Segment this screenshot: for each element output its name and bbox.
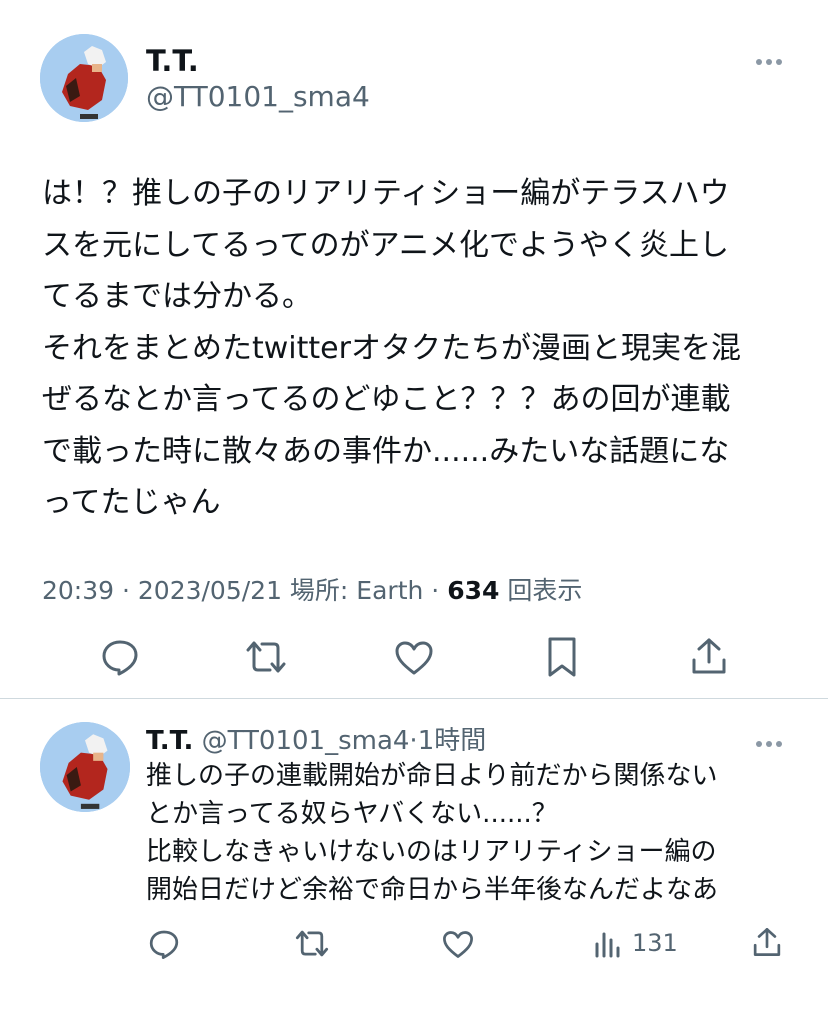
divider	[0, 698, 828, 699]
more-options-icon[interactable]	[754, 50, 784, 72]
views-label: 回表示	[499, 576, 583, 605]
reply-header: T.T. @TT0101_sma4·1時間	[146, 720, 486, 757]
user-handle[interactable]: @TT0101_sma4	[146, 80, 370, 113]
separator: ·	[409, 726, 418, 756]
avatar[interactable]	[40, 34, 128, 122]
tweet-location: 場所: Earth	[281, 576, 424, 605]
reply-display-name[interactable]: T.T.	[146, 726, 193, 756]
reply-text: 推しの子の連載開始が命日より前だから関係ない とか言ってる奴らヤバくない....…	[146, 761, 719, 905]
like-icon[interactable]	[394, 640, 434, 676]
like-icon[interactable]	[442, 930, 474, 959]
views-count: 131	[632, 929, 678, 957]
tweet-text: は！？推しの子のリアリティショー編がテラスハウ スを元にしてるってのがアニメ化で…	[42, 176, 741, 520]
reply-icon[interactable]	[100, 637, 140, 677]
reply-icon[interactable]	[148, 928, 180, 960]
share-icon[interactable]	[752, 926, 782, 958]
tweet-meta: 20:39 · 2023/05/21 場所: Earth · 634 回表示	[42, 571, 582, 607]
reply-avatar[interactable]	[40, 722, 130, 812]
tweet-time[interactable]: 20:39	[42, 576, 114, 605]
separator: ·	[114, 576, 138, 605]
retweet-icon[interactable]	[294, 928, 330, 959]
tweet-date[interactable]: 2023/05/21	[138, 576, 282, 605]
retweet-icon[interactable]	[244, 638, 288, 676]
views-count: 634	[447, 576, 500, 605]
reply-handle[interactable]: @TT0101_sma4	[202, 726, 410, 756]
share-icon[interactable]	[690, 636, 728, 676]
views-icon[interactable]	[594, 930, 622, 958]
separator: ·	[423, 576, 448, 605]
reply-time[interactable]: 1時間	[418, 726, 487, 756]
display-name[interactable]: T.T.	[146, 44, 199, 78]
reply-more-options-icon[interactable]	[754, 732, 784, 754]
bookmark-icon[interactable]	[546, 636, 578, 678]
